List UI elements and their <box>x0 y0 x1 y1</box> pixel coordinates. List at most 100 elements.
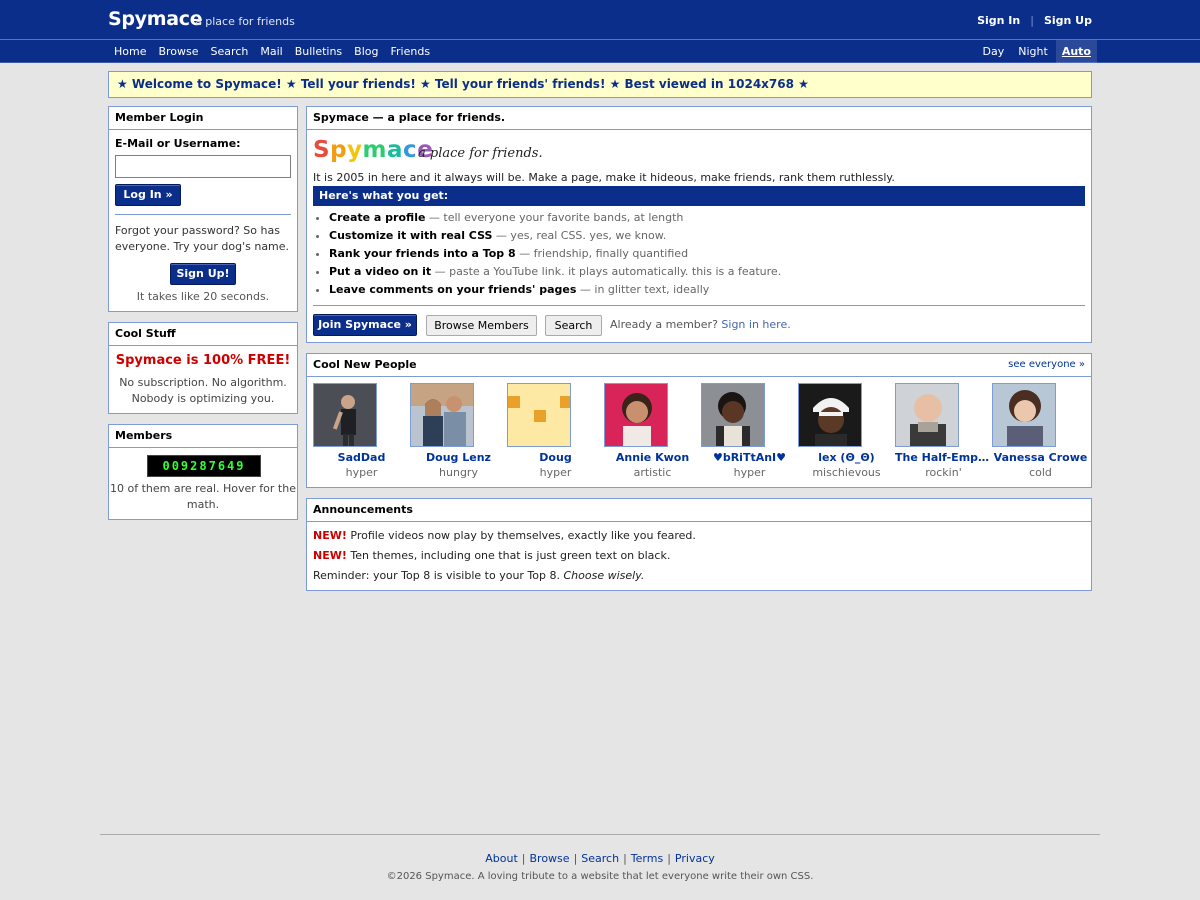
person-name[interactable]: lex (Θ_Θ) <box>798 451 895 464</box>
person-card[interactable]: Doug hyper <box>507 383 604 479</box>
logo-letter: y <box>347 137 363 163</box>
footer-browse-link[interactable]: Browse <box>530 852 570 865</box>
features-list: Create a profile — tell everyone your fa… <box>313 209 781 299</box>
person-name[interactable]: SadDad <box>313 451 410 464</box>
email-field-label: E-Mail or Username: <box>115 137 241 150</box>
footer-divider <box>100 834 1100 835</box>
forgot-password-text: Forgot your password? So has everyone. T… <box>115 224 290 253</box>
sign-in-link[interactable]: Sign In <box>977 14 1020 27</box>
avatar[interactable] <box>410 383 474 447</box>
person-name[interactable]: Doug <box>507 451 604 464</box>
members-box: Members 009287649 10 of them are real. H… <box>108 424 298 520</box>
avatar[interactable] <box>895 383 959 447</box>
signup-button[interactable]: Sign Up! <box>170 263 236 285</box>
person-mood: hyper <box>345 466 378 479</box>
see-everyone-link[interactable]: see everyone » <box>1008 354 1085 376</box>
already-member-text: Already a member? Sign in here. <box>610 318 791 331</box>
footer-terms-link[interactable]: Terms <box>631 852 663 865</box>
announcements-title: Announcements <box>307 499 1091 522</box>
person-mood: cold <box>1029 466 1052 479</box>
nav-mail[interactable]: Mail <box>254 40 288 63</box>
feature-item: Put a video on it — paste a YouTube link… <box>329 263 781 281</box>
hero-box: Spymace — a place for friends. Spymace a… <box>306 106 1092 343</box>
avatar[interactable] <box>798 383 862 447</box>
nav-search[interactable]: Search <box>205 40 255 63</box>
cool-new-people-title: Cool New People see everyone » <box>307 354 1091 377</box>
logo-letter: c <box>403 137 418 163</box>
person-card[interactable]: ♥bRiTtAnI♥ hyper <box>701 383 798 479</box>
top-header: Spymace a place for friends Sign In | Si… <box>0 0 1200 40</box>
person-mood: hyper <box>539 466 572 479</box>
browse-members-button[interactable]: Browse Members <box>426 315 537 336</box>
footer-about-link[interactable]: About <box>485 852 518 865</box>
person-name[interactable]: ♥bRiTtAnI♥ <box>701 451 798 464</box>
nav-bulletins[interactable]: Bulletins <box>289 40 348 63</box>
hero-title: Spymace — a place for friends. <box>307 107 1091 130</box>
feature-item: Leave comments on your friends' pages — … <box>329 281 781 299</box>
hero-divider <box>313 305 1085 306</box>
welcome-banner: ★ Welcome to Spymace! ★ Tell your friend… <box>108 71 1092 98</box>
avatar[interactable] <box>604 383 668 447</box>
person-mood: rockin' <box>925 466 962 479</box>
person-mood: artistic <box>633 466 672 479</box>
auth-separator: | <box>1030 14 1034 27</box>
sign-in-here-link[interactable]: Sign in here. <box>721 318 790 331</box>
hero-intro: It is 2005 in here and it always will be… <box>313 171 895 184</box>
cool-stuff-title: Cool Stuff <box>109 323 297 346</box>
avatar[interactable] <box>992 383 1056 447</box>
footer-privacy-link[interactable]: Privacy <box>675 852 715 865</box>
members-title: Members <box>109 425 297 448</box>
main-nav: Home Browse Search Mail Bulletins Blog F… <box>108 40 436 63</box>
theme-switcher: Day Night Auto <box>977 40 1097 63</box>
site-logo[interactable]: Spymace <box>108 8 203 30</box>
login-button[interactable]: Log In » <box>115 184 181 206</box>
person-card[interactable]: The Half-Empt... rockin' <box>895 383 992 479</box>
theme-night[interactable]: Night <box>1012 40 1054 63</box>
signup-time-note: It takes like 20 seconds. <box>136 290 270 303</box>
person-card[interactable]: Vanessa Crowe cold <box>992 383 1089 479</box>
cool-stuff-box: Cool Stuff Spymace is 100% FREE! No subs… <box>108 322 298 414</box>
footer-search-link[interactable]: Search <box>581 852 619 865</box>
person-card[interactable]: SadDad hyper <box>313 383 410 479</box>
theme-day[interactable]: Day <box>977 40 1011 63</box>
search-button[interactable]: Search <box>545 315 602 336</box>
announcement-item: NEW! Ten themes, including one that is j… <box>313 549 671 562</box>
join-button[interactable]: Join Spymace » <box>313 314 417 336</box>
new-badge: NEW! <box>313 529 347 542</box>
announcement-item: Reminder: your Top 8 is visible to your … <box>313 569 645 582</box>
logo-letter: S <box>313 137 331 163</box>
sign-up-link[interactable]: Sign Up <box>1044 14 1092 27</box>
announcement-item: NEW! Profile videos now play by themselv… <box>313 529 696 542</box>
login-divider <box>115 214 291 215</box>
cool-new-people-box: Cool New People see everyone » SadDad hy… <box>306 353 1092 488</box>
avatar[interactable] <box>313 383 377 447</box>
free-description: No subscription. No algorithm. Nobody is… <box>119 376 287 405</box>
person-name[interactable]: Annie Kwon <box>604 451 701 464</box>
person-card[interactable]: lex (Θ_Θ) mischievous <box>798 383 895 479</box>
nav-friends[interactable]: Friends <box>385 40 437 63</box>
person-mood: hyper <box>733 466 766 479</box>
email-field[interactable] <box>115 155 291 178</box>
identicon-avatar[interactable] <box>507 383 571 447</box>
theme-auto[interactable]: Auto <box>1055 40 1097 63</box>
announcements-box: Announcements NEW! Profile videos now pl… <box>306 498 1092 591</box>
site-tagline: a place for friends <box>195 15 295 28</box>
person-name[interactable]: Doug Lenz <box>410 451 507 464</box>
feature-item: Create a profile — tell everyone your fa… <box>329 209 781 227</box>
nav-blog[interactable]: Blog <box>348 40 384 63</box>
members-note: 10 of them are real. Hover for the math. <box>110 482 296 511</box>
person-name[interactable]: Vanessa Crowe <box>992 451 1089 464</box>
member-login-title: Member Login <box>109 107 297 130</box>
person-mood: mischievous <box>812 466 881 479</box>
free-headline: Spymace is 100% FREE! <box>115 353 291 368</box>
nav-browse[interactable]: Browse <box>152 40 204 63</box>
rainbow-logo: Spymace <box>313 137 433 163</box>
person-card[interactable]: Doug Lenz hungry <box>410 383 507 479</box>
new-badge: NEW! <box>313 549 347 562</box>
copyright-text: ©2026 Spymace. A loving tribute to a web… <box>386 871 814 882</box>
member-counter: 009287649 <box>147 455 261 477</box>
person-name[interactable]: The Half-Empt... <box>895 451 992 464</box>
person-card[interactable]: Annie Kwon artistic <box>604 383 701 479</box>
nav-home[interactable]: Home <box>108 40 152 63</box>
avatar[interactable] <box>701 383 765 447</box>
